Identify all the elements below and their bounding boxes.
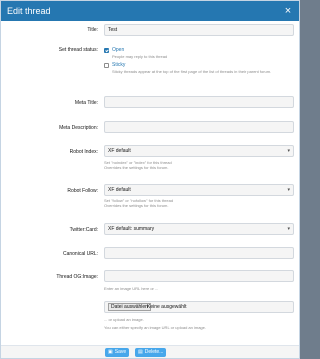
title-input[interactable]: Test	[104, 24, 294, 36]
og-image-label: Thread OG:Image:	[56, 274, 98, 280]
delete-label: Delete...	[144, 349, 164, 355]
save-button[interactable]: ▣ Save	[105, 348, 130, 357]
twitter-card-select[interactable]: XF default: summary ▾	[104, 223, 294, 235]
meta-title-input[interactable]	[104, 96, 294, 108]
open-hint: People may reply to this thread	[112, 54, 168, 59]
meta-description-input[interactable]	[104, 121, 294, 133]
robot-follow-label: Robot Follow:	[67, 188, 98, 194]
open-label[interactable]: Open	[112, 47, 124, 53]
file-choose-button[interactable]: Datei auswählen	[108, 303, 151, 311]
save-label: Save	[114, 349, 127, 355]
save-icon: ▣	[108, 349, 113, 355]
chevron-down-icon: ▾	[287, 148, 290, 154]
sticky-checkbox[interactable]	[104, 63, 109, 68]
dialog-body: Title: Test Set thread status: Open Peop…	[1, 21, 299, 345]
og-image-url-hint: Enter an image URL here or ...	[104, 286, 159, 291]
robot-index-label: Robot Index:	[69, 149, 98, 155]
title-label: Title:	[87, 27, 98, 33]
robot-follow-select[interactable]: XF default ▾	[104, 184, 294, 196]
canonical-url-input[interactable]	[104, 247, 294, 259]
twitter-card-value: XF default: summary	[108, 226, 155, 232]
dialog-header: Edit thread ×	[1, 1, 299, 21]
status-label: Set thread status:	[58, 47, 98, 53]
og-image-url-input[interactable]	[104, 270, 294, 282]
trash-icon: ▤	[138, 349, 143, 355]
robot-follow-hint-2: Overrides the settings for this forum.	[104, 203, 169, 208]
robot-follow-value: XF default	[108, 187, 131, 193]
og-image-either-hint: You can either specify an image URL or u…	[104, 325, 206, 330]
og-image-upload-hint: ... or upload an image.	[104, 317, 144, 322]
dialog-footer: ▣ Save ▤ Delete...	[1, 345, 299, 358]
close-icon[interactable]: ×	[281, 1, 295, 21]
open-checkbox[interactable]	[104, 48, 109, 53]
og-image-file-input[interactable]: Datei auswählen Keine ausgewählt	[104, 301, 294, 313]
delete-button[interactable]: ▤ Delete...	[135, 348, 167, 357]
robot-index-hint-2: Overrides the settings for this forum.	[104, 165, 169, 170]
meta-description-label: Meta Description:	[59, 125, 98, 131]
canonical-url-label: Canonical URL:	[62, 251, 98, 257]
sticky-hint: Sticky threads appear at the top of the …	[112, 69, 272, 74]
sticky-label[interactable]: Sticky	[112, 62, 125, 68]
edit-thread-dialog: Edit thread × Title: Test Set thread sta…	[0, 0, 300, 359]
robot-index-value: XF default	[108, 148, 131, 154]
dialog-title: Edit thread	[7, 6, 51, 16]
file-status: Keine ausgewählt	[147, 304, 187, 310]
robot-index-select[interactable]: XF default ▾	[104, 145, 294, 157]
chevron-down-icon: ▾	[287, 226, 290, 232]
meta-title-label: Meta Title:	[74, 100, 98, 106]
chevron-down-icon: ▾	[287, 187, 290, 193]
twitter-card-label: Twitter:Card:	[69, 227, 98, 233]
